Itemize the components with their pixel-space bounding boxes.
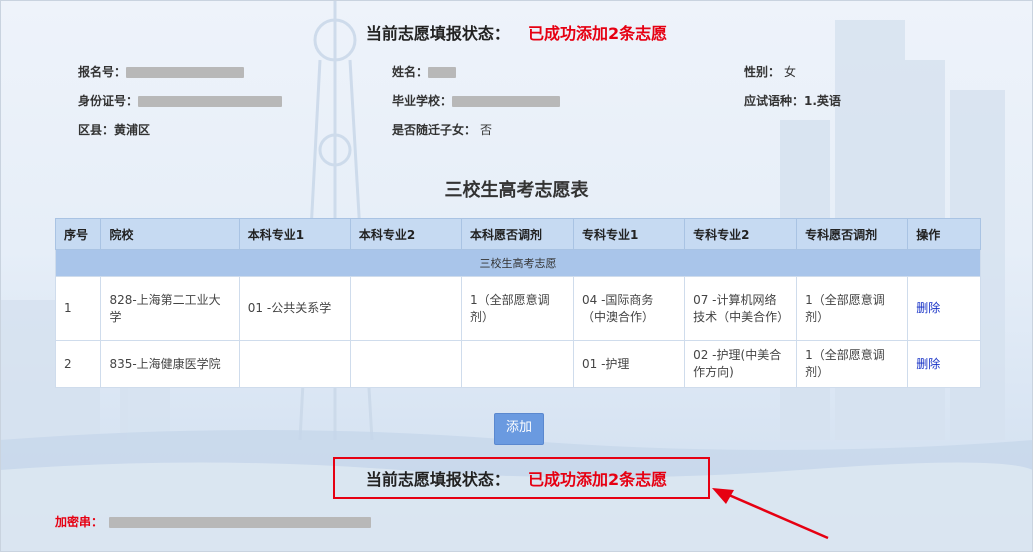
status-top: 当前志愿填报状态： 已成功添加2条志愿 [0, 20, 1033, 44]
district-value: 黄浦区 [114, 123, 151, 137]
annotation-highlight-box [333, 457, 710, 499]
col-school: 院校 [100, 218, 240, 250]
gender-field: 性别：女 [744, 63, 796, 80]
cell-no: 2 [54, 340, 102, 388]
school-label: 毕业学校： [392, 94, 453, 108]
school-field: 毕业学校： [392, 92, 561, 109]
reg-no-redacted [126, 67, 245, 78]
language-label: 应试语种： [744, 94, 805, 108]
cell-jc1: 04 -国际商务（中澳合作） [573, 276, 686, 341]
col-action: 操作 [907, 218, 981, 250]
status-label: 当前志愿填报状态： [365, 24, 510, 43]
col-jc1: 专科专业1 [573, 218, 686, 250]
delete-link[interactable]: 删除 [916, 301, 940, 315]
group-label: 三校生高考志愿 [55, 249, 981, 277]
cell-action: 删除 [907, 276, 981, 341]
cell-ug2 [349, 340, 462, 388]
school-redacted [452, 96, 561, 107]
gender-value: 女 [784, 65, 797, 79]
table-row: 1 828-上海第二工业大学 01 -公共关系学 1（全部愿意调剂） 04 -国… [54, 276, 981, 341]
col-ug-adjust: 本科愿否调剂 [460, 218, 575, 250]
id-label: 身份证号： [78, 94, 139, 108]
table-row: 2 835-上海健康医学院 01 -护理 02 -护理(中美合作方向) 1（全部… [54, 340, 981, 388]
migrant-value: 否 [480, 123, 493, 137]
cell-action: 删除 [907, 340, 981, 388]
gender-label: 性别： [744, 65, 781, 79]
cell-ug1 [238, 340, 351, 388]
cell-jc-adjust: 1（全部愿意调剂） [796, 340, 909, 388]
add-button[interactable]: 添加 [494, 413, 544, 445]
table-header-row: 序号 院校 本科专业1 本科专业2 本科愿否调剂 专科专业1 专科专业2 专科愿… [54, 218, 981, 250]
cell-ug-adjust: 1（全部愿意调剂） [460, 276, 575, 341]
id-field: 身份证号： [78, 92, 283, 109]
migrant-label: 是否随迁子女： [392, 123, 477, 137]
col-ug1: 本科专业1 [238, 218, 351, 250]
cipher-redacted [109, 517, 372, 528]
name-field: 姓名： [392, 63, 457, 80]
cell-school: 828-上海第二工业大学 [100, 276, 240, 341]
delete-link[interactable]: 删除 [916, 357, 940, 371]
col-jc-adjust: 专科愿否调剂 [796, 218, 909, 250]
name-redacted [428, 67, 457, 78]
cell-school: 835-上海健康医学院 [100, 340, 240, 388]
migrant-field: 是否随迁子女：否 [392, 121, 492, 138]
cell-ug-adjust [460, 340, 575, 388]
cipher-field: 加密串： [55, 513, 372, 530]
cipher-label: 加密串： [55, 515, 104, 529]
table-title: 三校生高考志愿表 [444, 180, 589, 201]
cell-ug2 [349, 276, 462, 341]
cell-jc1: 01 -护理 [573, 340, 686, 388]
language-value: 1.英语 [804, 94, 841, 108]
status-value: 已成功添加2条志愿 [527, 24, 668, 43]
name-label: 姓名： [392, 65, 429, 79]
reg-no-field: 报名号： [78, 63, 245, 80]
col-ug2: 本科专业2 [349, 218, 462, 250]
cell-jc2: 07 -计算机网络技术（中美合作） [684, 276, 798, 341]
annotation-arrow-icon [712, 488, 829, 540]
volunteer-table: 序号 院校 本科专业1 本科专业2 本科愿否调剂 专科专业1 专科专业2 专科愿… [54, 218, 981, 388]
district-label: 区县： [78, 123, 115, 137]
language-field: 应试语种：1.英语 [744, 92, 841, 109]
col-jc2: 专科专业2 [684, 218, 798, 250]
reg-no-label: 报名号： [78, 65, 127, 79]
id-redacted [138, 96, 283, 107]
district-field: 区县：黄浦区 [78, 121, 150, 138]
cell-ug1: 01 -公共关系学 [238, 276, 351, 341]
cell-no: 1 [54, 276, 102, 341]
cell-jc-adjust: 1（全部愿意调剂） [796, 276, 909, 341]
col-no: 序号 [54, 218, 102, 250]
cell-jc2: 02 -护理(中美合作方向) [684, 340, 798, 388]
table-group-row: 三校生高考志愿 [55, 249, 981, 277]
